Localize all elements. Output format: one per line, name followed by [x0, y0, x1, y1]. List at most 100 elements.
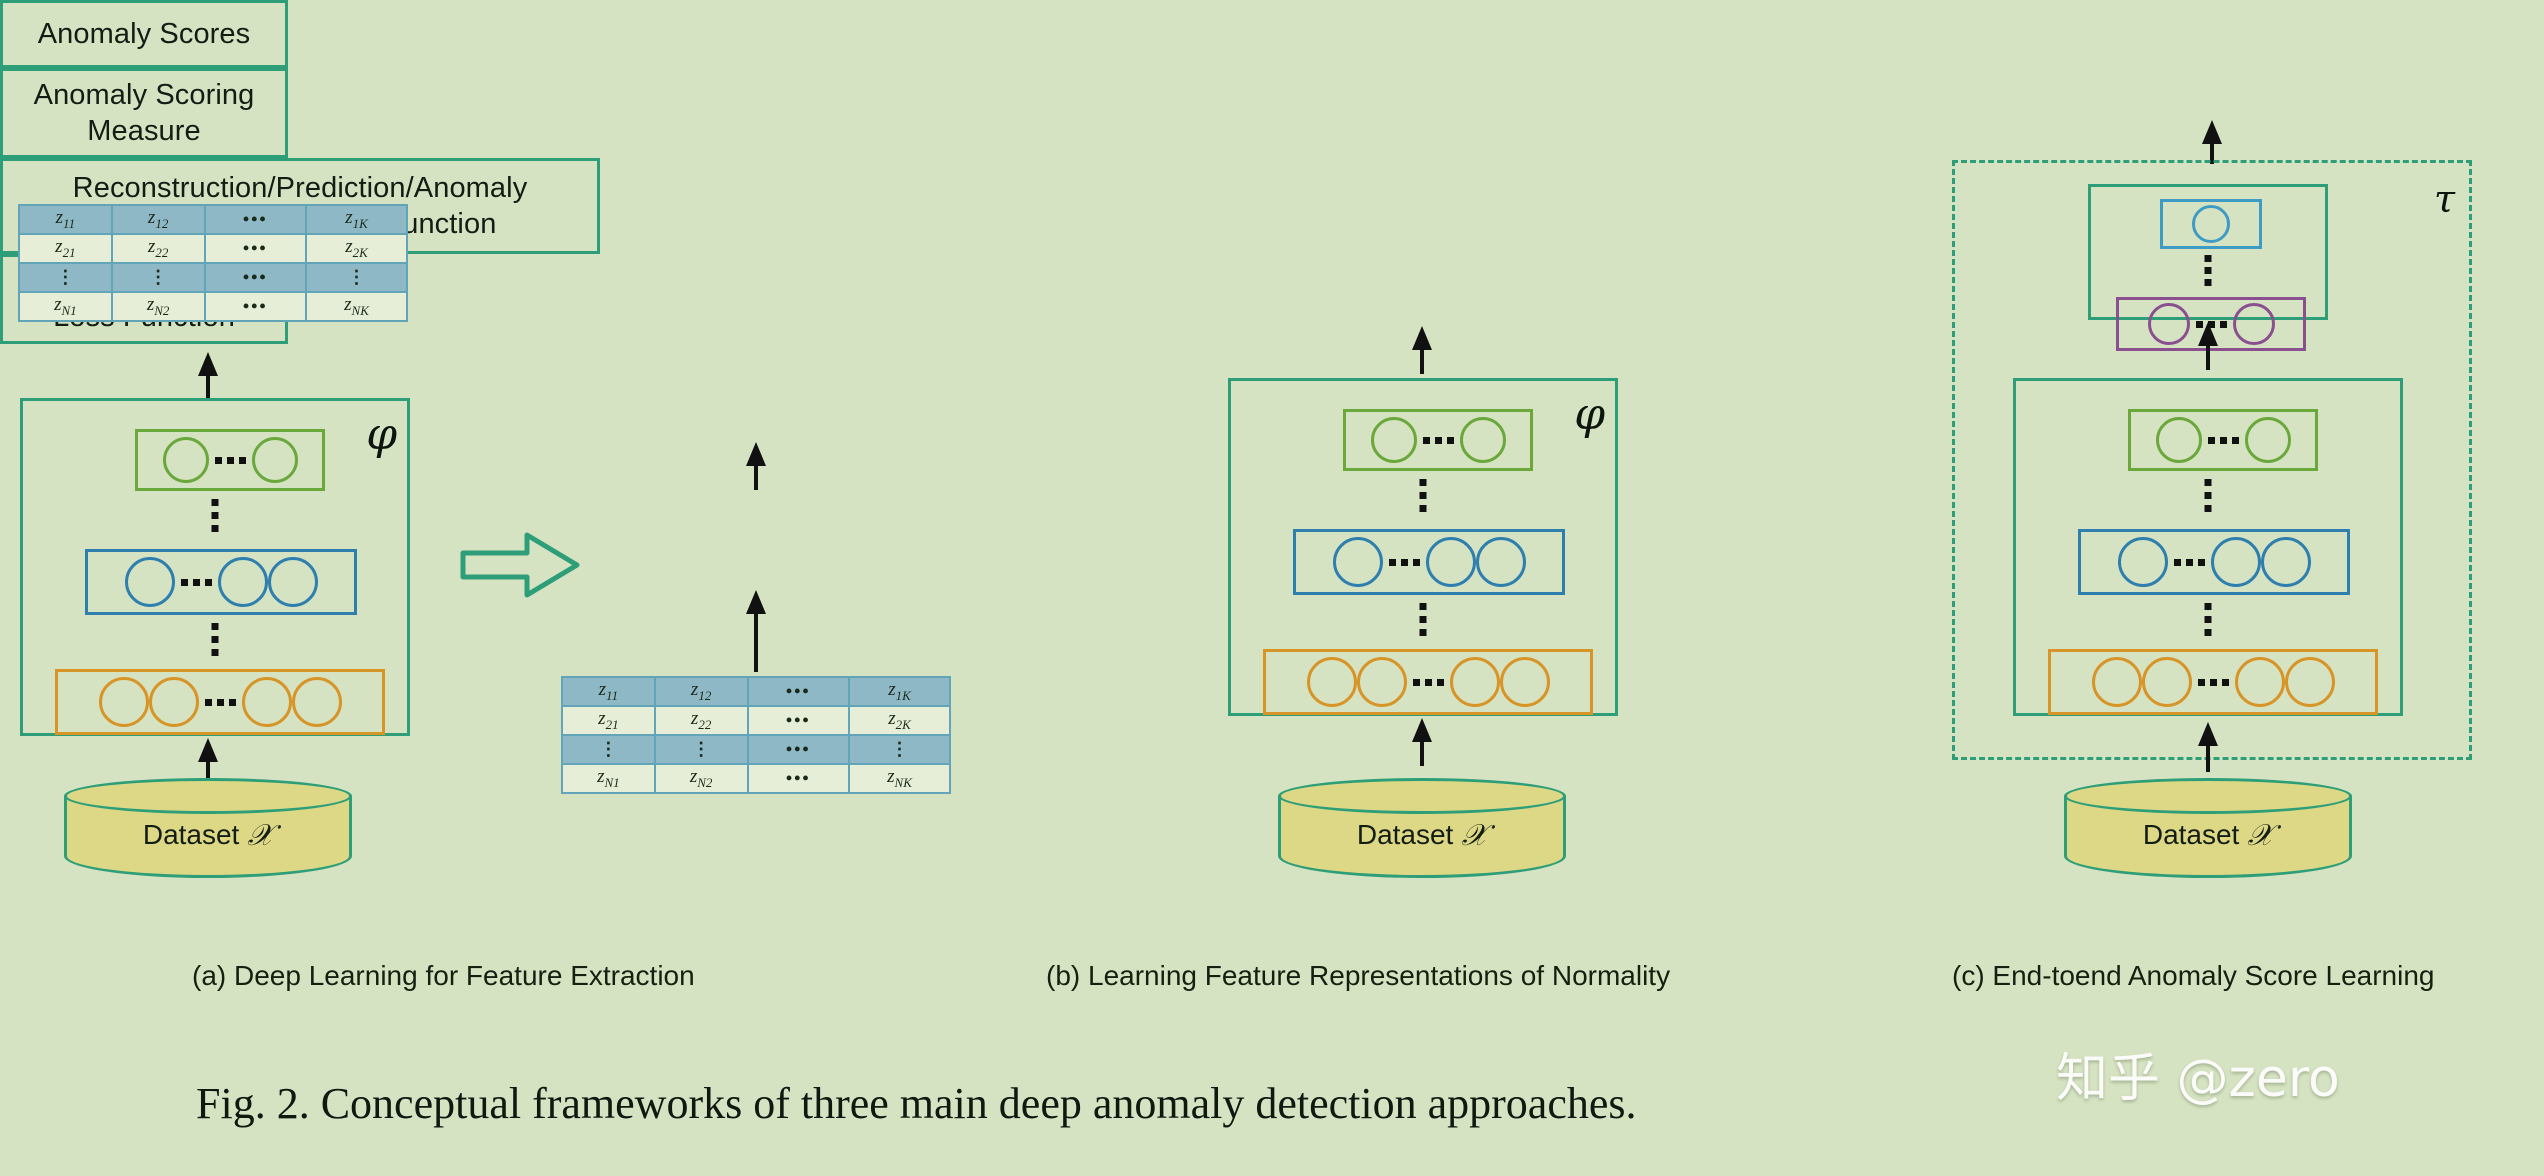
neuron-node — [124, 557, 175, 607]
matrix-cell: ⋮ — [305, 262, 408, 293]
matrix-cell: zN1 — [18, 291, 113, 322]
panel-caption-c: (c) End-toend Anomaly Score Learning — [1952, 960, 2435, 991]
neuron-node — [217, 557, 268, 607]
layer-orange-b — [1263, 649, 1593, 715]
matrix-row: ⋮ ⋮ ••• ⋮ — [561, 734, 951, 765]
layer-gap-dots-c-2 — [2204, 603, 2212, 636]
layer-blue-c — [2078, 529, 2350, 595]
arrow-network-to-scorer-c — [2196, 322, 2220, 370]
neuron-node — [1356, 657, 1407, 707]
matrix-row: zN1 zN2 ••• zNK — [561, 763, 951, 794]
feature-matrix-table-a-bottom: z11 z12 ••• z1K z21 z22 ••• z2K ⋮ ⋮ ••• ⋮ zN1 zN2 ••• z… — [561, 676, 951, 794]
neuron-node — [2091, 657, 2142, 707]
matrix-cell: z21 — [561, 705, 656, 736]
matrix-cell: z11 — [18, 204, 113, 235]
phi-symbol-a: φ — [366, 409, 397, 460]
panel-caption-b: (b) Learning Feature Representations of … — [1046, 960, 1671, 991]
dataset-cylinder-c: Dataset 𝒳 — [2064, 778, 2352, 878]
neuron-node — [1459, 417, 1506, 463]
arrow-matrix-to-measure — [744, 590, 768, 672]
layer-green-a — [135, 429, 325, 491]
matrix-cell: ••• — [746, 676, 851, 707]
measure-line-2: Measure — [87, 115, 201, 147]
neuron-node — [148, 677, 199, 727]
layer-cyan-c — [2160, 199, 2262, 249]
dataset-cylinder-a: Dataset 𝒳 — [64, 778, 352, 878]
neuron-node — [2141, 657, 2192, 707]
layer-gap-dots-c-1 — [2204, 479, 2212, 512]
feature-network-c — [2013, 378, 2403, 716]
layer-green-b — [1343, 409, 1533, 471]
matrix-cell: zNK — [305, 291, 408, 322]
neuron-node — [2244, 417, 2291, 463]
dataset-label-c: Dataset — [2142, 819, 2240, 850]
loss-box-b-line-1: Reconstruction/Prediction/Anomaly — [72, 171, 528, 204]
figure-canvas: z11 z12 ••• z1K z21 z22 ••• z2K ⋮ ⋮ ••• ⋮ zN1 zN2 ••• z… — [0, 0, 2544, 1176]
anomaly-scores-label: Anomaly Scores — [37, 17, 251, 50]
dataset-label-b: Dataset — [1356, 819, 1454, 850]
matrix-cell: ••• — [203, 204, 308, 235]
matrix-cell: ••• — [746, 705, 851, 736]
tau-symbol: τ — [2433, 177, 2455, 221]
feature-network-a: φ — [20, 398, 410, 736]
neuron-node — [2155, 417, 2202, 463]
matrix-row: zN1 zN2 ••• zNK — [18, 291, 408, 322]
matrix-cell: ••• — [746, 763, 851, 794]
horizontal-ellipsis — [175, 578, 218, 586]
horizontal-ellipsis — [199, 698, 242, 706]
matrix-row: z11 z12 ••• z1K — [561, 676, 951, 707]
matrix-cell: z11 — [561, 676, 656, 707]
matrix-cell: z12 — [653, 676, 749, 707]
layer-orange-a — [55, 669, 385, 735]
neuron-node — [98, 677, 149, 727]
dataset-symbol-a: 𝒳 — [247, 817, 274, 853]
neuron-node — [241, 677, 292, 727]
horizontal-ellipsis — [2202, 436, 2245, 444]
neuron-node — [291, 677, 342, 727]
feature-matrix-table-a-top: z11 z12 ••• z1K z21 z22 ••• z2K ⋮ ⋮ ••• ⋮ zN1 zN2 ••• z… — [18, 204, 408, 322]
neuron-node — [1370, 417, 1417, 463]
dataset-label-a: Dataset — [142, 819, 240, 850]
figure-caption: Fig. 2. Conceptual frameworks of three m… — [196, 1079, 1637, 1128]
zhihu-watermark: 知乎 @zero — [2056, 1049, 2340, 1109]
neuron-node — [1499, 657, 1550, 707]
horizontal-ellipsis — [1383, 558, 1426, 566]
matrix-cell: z12 — [110, 204, 206, 235]
matrix-row: z21 z22 ••• z2K — [561, 705, 951, 736]
anomaly-scoring-measure-box: Anomaly Scoring Measure — [0, 68, 288, 158]
dataset-cylinder-b: Dataset 𝒳 — [1278, 778, 1566, 878]
horizontal-ellipsis — [1417, 436, 1460, 444]
matrix-cell: ••• — [203, 262, 308, 293]
matrix-cell: ⋮ — [561, 734, 656, 765]
layer-gap-dots-b-1 — [1419, 479, 1427, 512]
anomaly-scores-box: Anomaly Scores — [0, 0, 288, 68]
matrix-row: ⋮ ⋮ ••• ⋮ — [18, 262, 408, 293]
arrow-dataset-to-network-c — [2196, 722, 2220, 772]
neuron-node — [2234, 657, 2285, 707]
scoring-gap-dots-c — [2204, 255, 2212, 286]
feature-network-b: φ — [1228, 378, 1618, 716]
neuron-node — [2117, 537, 2168, 587]
phi-symbol-b: φ — [1574, 389, 1605, 440]
neuron-node — [2284, 657, 2335, 707]
arrow-measure-to-scores — [744, 442, 768, 490]
matrix-cell: z2K — [305, 233, 408, 264]
layer-blue-b — [1293, 529, 1565, 595]
horizontal-ellipsis — [2192, 678, 2235, 686]
matrix-cell: ⋮ — [18, 262, 113, 293]
arrow-network-to-loss-b — [1410, 326, 1434, 374]
layer-orange-c — [2048, 649, 2378, 715]
neuron-node — [1449, 657, 1500, 707]
horizontal-ellipsis — [2168, 558, 2211, 566]
matrix-cell: ⋮ — [653, 734, 749, 765]
layer-blue-a — [85, 549, 357, 615]
horizontal-ellipsis — [1407, 678, 1450, 686]
dataset-symbol-b: 𝒳 — [1461, 817, 1488, 853]
neuron-node — [2147, 303, 2190, 345]
neuron-node — [162, 437, 209, 483]
layer-gap-dots-b-2 — [1419, 603, 1427, 636]
matrix-cell: zN1 — [561, 763, 656, 794]
matrix-cell: z2K — [848, 705, 951, 736]
matrix-cell: z22 — [110, 233, 206, 264]
arrow-scorer-to-loss-c — [2200, 120, 2224, 164]
